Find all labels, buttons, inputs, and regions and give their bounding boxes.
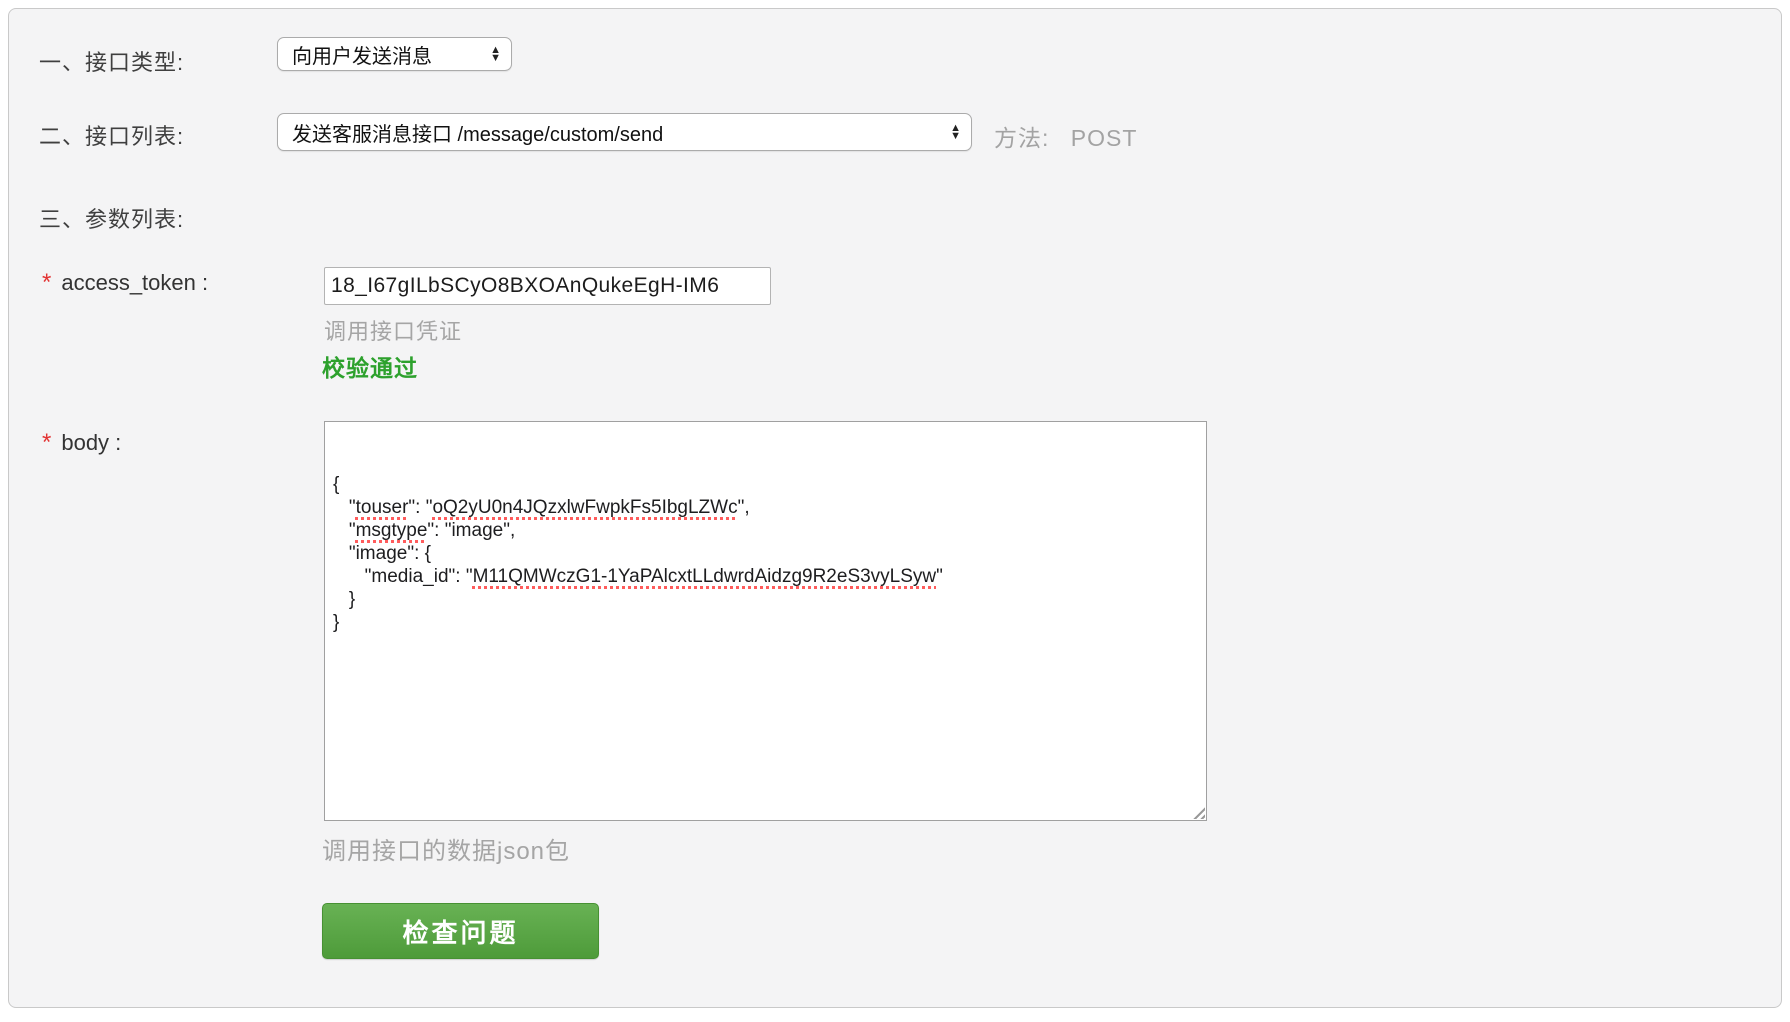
check-problem-button[interactable]: 检查问题: [322, 903, 599, 959]
required-asterisk: *: [42, 269, 52, 296]
body-label: * body :: [42, 429, 122, 456]
interface-list-select[interactable]: 发送客服消息接口 /message/custom/send ▲ ▼: [277, 113, 972, 151]
token-validation-status: 校验通过: [322, 355, 418, 381]
method-value: POST: [1070, 125, 1138, 151]
check-problem-button-label: 检查问题: [402, 917, 519, 948]
access-token-value: 18_I67gILbSCyO8BXOAnQukeEgH-IM6: [331, 274, 720, 297]
body-hint: 调用接口的数据json包: [322, 838, 571, 865]
body-textarea[interactable]: { "touser": "oQ2yU0n4JQzxlwFwpkFs5IbgLZW…: [324, 421, 1207, 821]
access-token-hint: 调用接口凭证: [324, 319, 463, 344]
body-json-content: { "touser": "oQ2yU0n4JQzxlwFwpkFs5IbgLZW…: [333, 474, 943, 633]
select-stepper-icon: ▲ ▼: [950, 122, 961, 142]
access-token-label: * access_token :: [42, 269, 209, 296]
textarea-resize-handle[interactable]: [1190, 804, 1205, 819]
interface-type-label: 一、接口类型:: [39, 50, 185, 75]
interface-type-select[interactable]: 向用户发送消息 ▲ ▼: [277, 37, 512, 71]
param-list-label: 三、参数列表:: [39, 207, 185, 232]
access-token-input[interactable]: 18_I67gILbSCyO8BXOAnQukeEgH-IM6: [324, 267, 771, 305]
select-stepper-icon: ▲ ▼: [490, 44, 501, 64]
interface-list-selected-value: 发送客服消息接口 /message/custom/send: [292, 123, 664, 146]
interface-type-selected-value: 向用户发送消息: [292, 45, 432, 68]
required-asterisk: *: [42, 429, 52, 456]
http-method: 方法: POST: [994, 119, 1137, 153]
debug-tool-panel: 一、接口类型: 向用户发送消息 ▲ ▼ 二、接口列表: 发送客服消息接口 /mes…: [8, 8, 1782, 1008]
interface-list-label: 二、接口列表:: [39, 124, 185, 149]
method-label: 方法:: [994, 125, 1050, 151]
